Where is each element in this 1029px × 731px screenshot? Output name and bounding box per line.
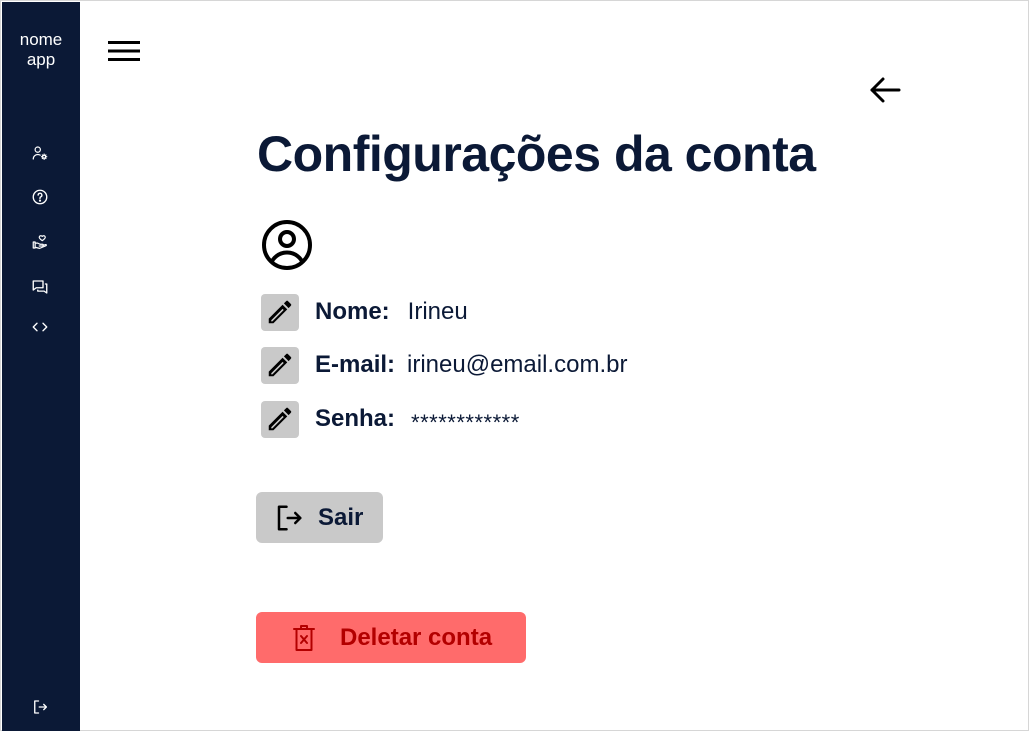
arrow-left-icon — [870, 77, 901, 103]
code-icon — [32, 322, 48, 332]
app-logo: nome app — [2, 30, 80, 70]
help-icon — [32, 189, 48, 205]
logout-icon — [273, 502, 305, 534]
delete-account-button[interactable]: Deletar conta — [256, 612, 526, 663]
email-row: E-mail: irineu@email.com.br — [261, 346, 627, 384]
edit-email-button[interactable] — [261, 346, 299, 384]
edit-password-button[interactable] — [261, 400, 299, 438]
page-title: Configurações da conta — [257, 126, 816, 182]
password-label: Senha: — [315, 405, 396, 432]
email-value: irineu@email.com.br — [407, 351, 628, 378]
sidebar-item-help[interactable] — [29, 186, 51, 208]
menu-button[interactable] — [106, 37, 142, 65]
logout-button-label: Sair — [318, 503, 364, 531]
pencil-icon — [268, 300, 292, 324]
hamburger-menu-icon — [108, 41, 140, 61]
trash-icon — [290, 623, 318, 653]
delete-account-label: Deletar conta — [340, 623, 493, 651]
sidebar-item-chat[interactable] — [29, 276, 51, 298]
sidebar-item-code[interactable] — [29, 316, 51, 338]
sidebar: nome app — [2, 2, 80, 731]
sidebar-item-donate[interactable] — [29, 231, 51, 253]
password-value: ************ — [411, 410, 520, 435]
app-name-line1: nome — [19, 30, 63, 49]
edit-name-button[interactable] — [261, 293, 299, 331]
name-row: Nome: Irineu — [261, 293, 468, 331]
donate-heart-icon — [32, 235, 47, 249]
user-circle-icon — [262, 220, 312, 270]
user-settings-icon — [32, 146, 48, 160]
email-label: E-mail: — [315, 351, 396, 378]
logout-icon — [34, 700, 48, 714]
sidebar-item-account-settings[interactable] — [29, 142, 51, 164]
password-row: Senha: ************ — [261, 400, 520, 438]
sidebar-logout[interactable] — [29, 696, 51, 718]
avatar — [260, 219, 314, 271]
pencil-icon — [268, 353, 292, 377]
app-window: nome app Configurações da conta Nome: Ir… — [0, 0, 1029, 731]
name-value: Irineu — [407, 298, 468, 325]
pencil-icon — [268, 407, 292, 431]
app-name-line2: app — [26, 50, 56, 69]
logout-button[interactable]: Sair — [256, 492, 383, 543]
chat-icon — [32, 280, 48, 294]
back-button[interactable] — [867, 73, 903, 107]
name-label: Nome: — [315, 298, 390, 325]
